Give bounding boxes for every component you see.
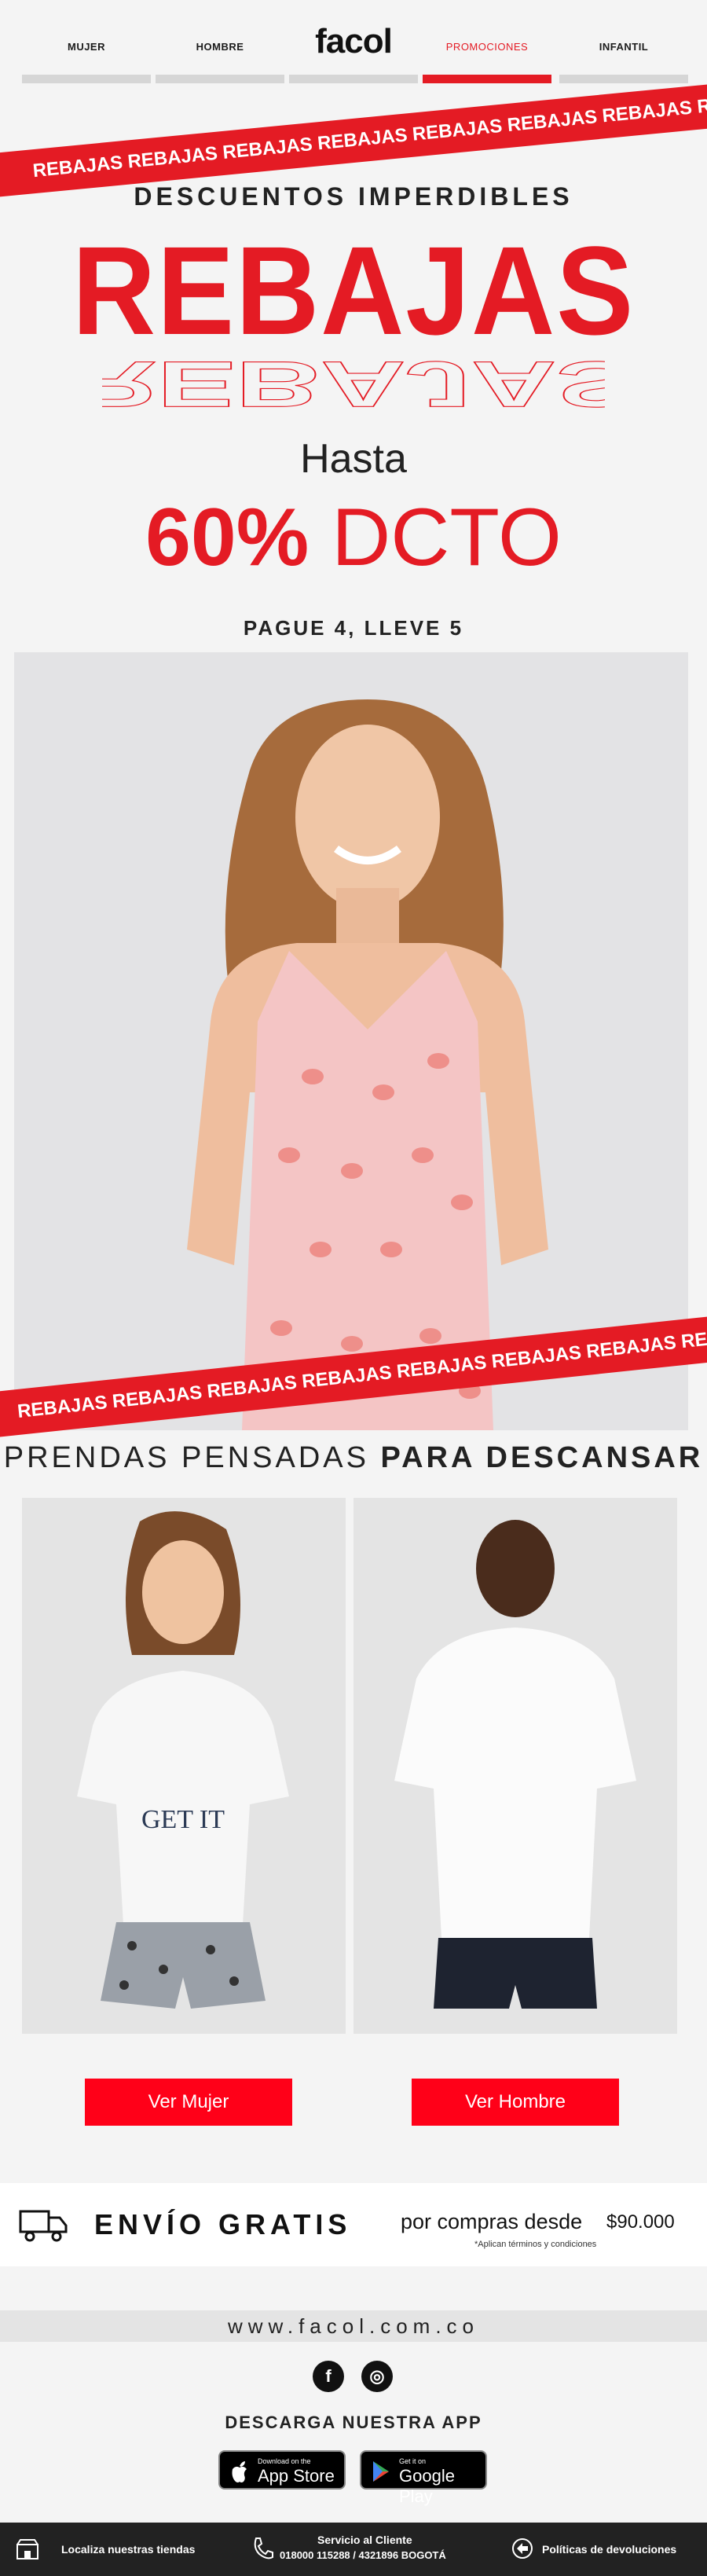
promo-pague: PAGUE 4, LLEVE 5 — [243, 616, 464, 640]
card-print-text: GET IT — [141, 1805, 225, 1834]
app-store-name: App Store — [258, 2466, 335, 2486]
google-play-small: Get it on — [399, 2457, 427, 2465]
nav-logo-underline — [289, 75, 418, 83]
nav-promociones-underline — [423, 75, 551, 83]
nav-promociones[interactable]: PROMOCIONES — [423, 0, 551, 86]
returns-policy-link[interactable]: Políticas de devoluciones — [511, 2523, 699, 2576]
play-icon — [373, 2461, 389, 2482]
returns-policy-label: Políticas de devoluciones — [542, 2543, 677, 2556]
nav-infantil[interactable]: INFANTIL — [559, 0, 688, 86]
google-play-name: Google Play — [399, 2466, 455, 2506]
nav-hombre-label: HOMBRE — [196, 41, 244, 53]
app-store-small: Download on the — [258, 2457, 311, 2465]
nav-infantil-underline — [559, 75, 688, 83]
ver-hombre-button[interactable]: Ver Hombre — [412, 2079, 619, 2126]
shipping-amount: $90.000 — [606, 2211, 675, 2233]
customer-service-title: Servicio al Cliente — [317, 2534, 412, 2546]
promo-headline-outline: REBAJAS — [0, 305, 707, 415]
nav-hombre[interactable]: HOMBRE — [156, 0, 284, 86]
section-title: PRENDAS PENSADAS PARA DESCANSAR — [0, 1441, 707, 1475]
app-store-badge[interactable]: Download on the App Store — [218, 2450, 346, 2490]
promo-percent: 60% — [145, 492, 310, 583]
download-app-title: DESCARGA NUESTRA APP — [225, 2413, 482, 2432]
phone-icon — [254, 2537, 273, 2559]
shipping-desc: por compras desde — [401, 2210, 583, 2233]
customer-service-phones: 018000 115288 / 4321896 BOGOTÁ — [280, 2549, 446, 2561]
customer-service-link[interactable]: Servicio al Cliente 018000 115288 / 4321… — [251, 2523, 479, 2576]
nav-mujer-underline — [22, 75, 151, 83]
store-icon — [16, 2539, 38, 2559]
section-title-light: PRENDAS PENSADAS — [3, 1441, 369, 1474]
ver-mujer-button[interactable]: Ver Mujer — [85, 2079, 292, 2126]
instagram-icon[interactable]: ◎ — [361, 2361, 393, 2392]
shipping-note: *Aplican términos y condiciones — [474, 2240, 597, 2249]
facebook-icon[interactable]: f — [313, 2361, 344, 2392]
store-locator-link[interactable]: Localiza nuestras tiendas — [16, 2523, 220, 2576]
nav-mujer-label: MUJER — [67, 41, 105, 53]
promo-discount: 60% DCTO — [0, 497, 707, 578]
google-play-badge[interactable]: Get it on Google Play — [360, 2450, 487, 2506]
top-navigation: MUJER HOMBRE facol PROMOCIONES INFANTIL — [0, 0, 707, 86]
footer-bottom-bar: Localiza nuestras tiendas Servicio al Cl… — [0, 2523, 707, 2576]
section-title-bold: PARA DESCANSAR — [380, 1441, 704, 1474]
outline-text: REBAJAS — [102, 348, 605, 415]
promo-dcto: DCTO — [332, 492, 562, 583]
returns-icon — [512, 2538, 533, 2559]
website-url[interactable]: www.facol.com.co — [0, 2310, 707, 2342]
facol-logo[interactable]: facol — [292, 22, 415, 61]
shipping-banner: ENVÍO GRATIS por compras desde $90.000 *… — [0, 2183, 707, 2266]
apple-icon — [232, 2461, 247, 2482]
promo-hasta: Hasta — [300, 436, 407, 482]
promo-eyebrow: DESCUENTOS IMPERDIBLES — [134, 182, 573, 211]
nav-promociones-label: PROMOCIONES — [445, 41, 529, 53]
hero-image[interactable] — [14, 652, 688, 1430]
nav-hombre-underline — [156, 75, 284, 83]
store-locator-label: Localiza nuestras tiendas — [61, 2543, 196, 2556]
nav-infantil-label: INFANTIL — [599, 41, 649, 53]
shipping-title: ENVÍO GRATIS — [94, 2208, 352, 2240]
truck-icon — [19, 2210, 68, 2242]
nav-mujer[interactable]: MUJER — [22, 0, 151, 86]
product-card-hombre[interactable] — [354, 1498, 677, 2034]
product-card-mujer[interactable]: GET IT — [22, 1498, 346, 2034]
